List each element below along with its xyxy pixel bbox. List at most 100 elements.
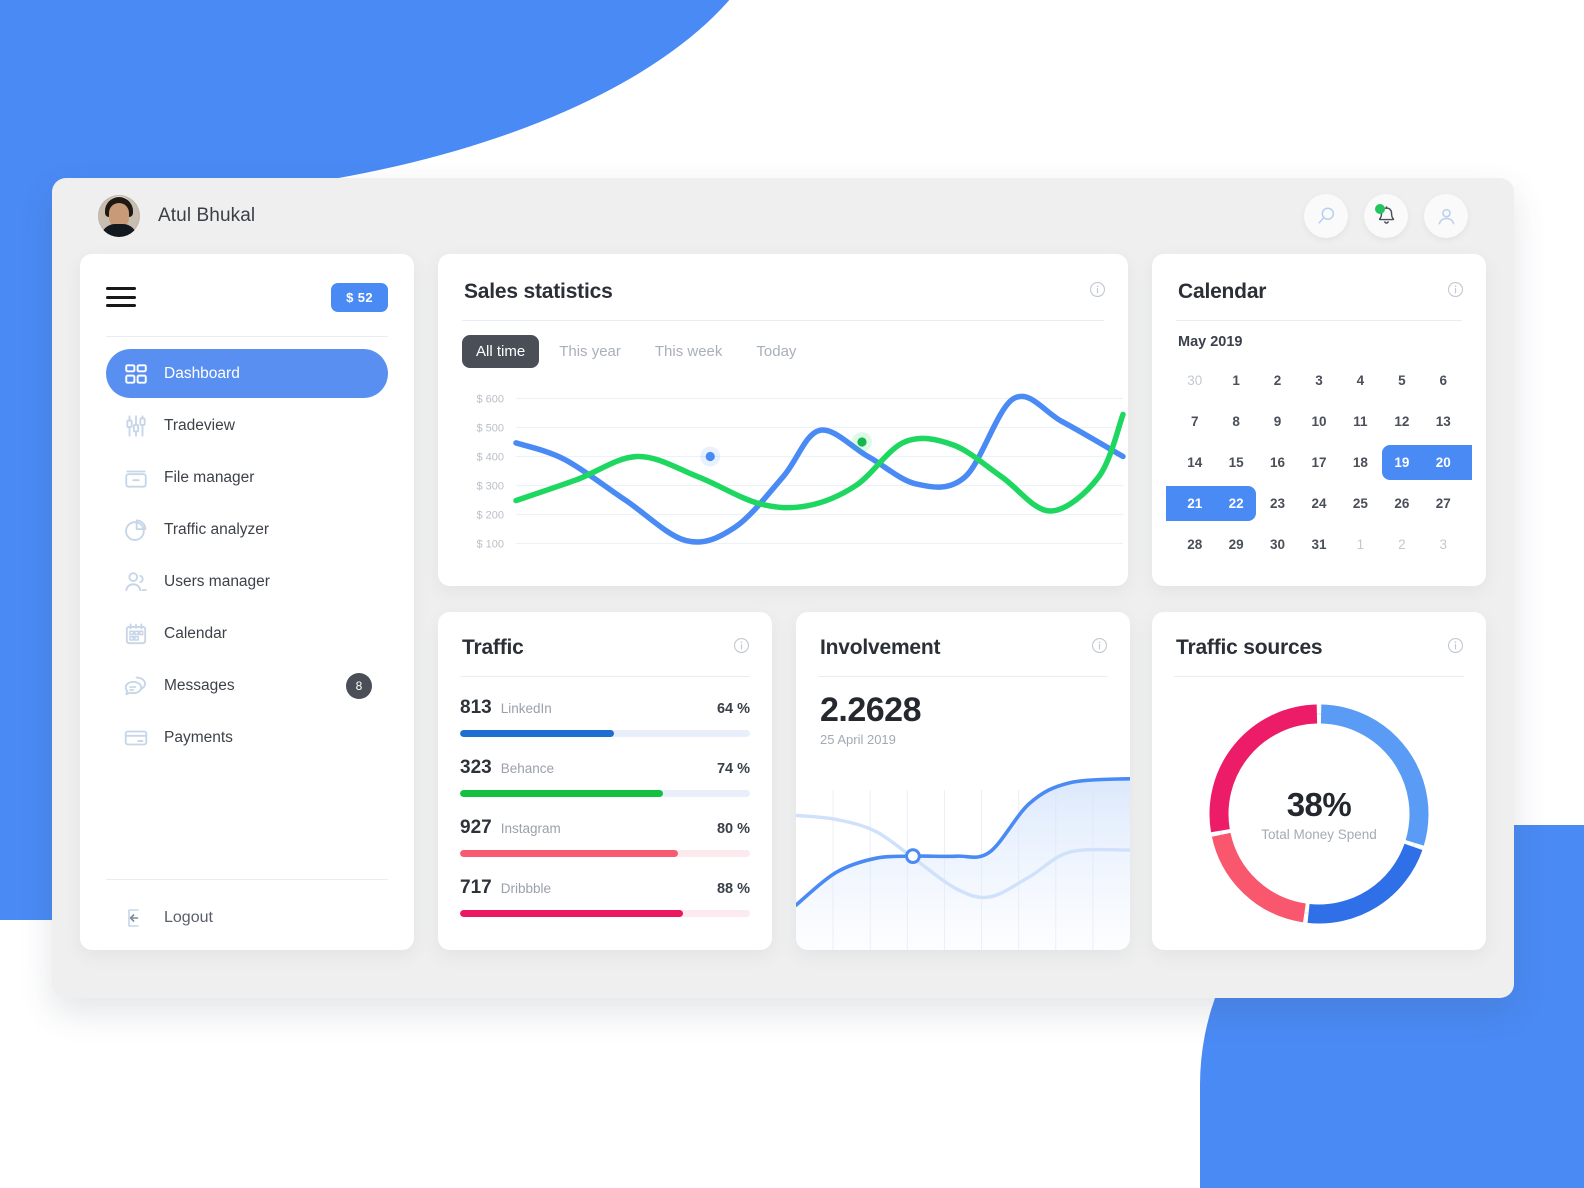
grid-icon <box>122 360 150 388</box>
progress-track <box>460 730 750 737</box>
calendar-day[interactable]: 14 <box>1174 442 1215 483</box>
sidebar-item-users-manager[interactable]: Users manager <box>106 557 388 606</box>
involvement-marker[interactable] <box>905 848 921 865</box>
sales-series-a-line <box>513 393 1126 545</box>
avatar[interactable] <box>98 195 140 237</box>
sidebar-item-traffic-analyzer[interactable]: Traffic analyzer <box>106 505 388 554</box>
sidebar-item-messages[interactable]: Messages 8 <box>106 661 388 710</box>
traffic-value: 323 <box>460 757 492 778</box>
calendar-day[interactable]: 5 <box>1381 360 1422 401</box>
calendar-day[interactable]: 24 <box>1298 483 1339 524</box>
info-icon[interactable] <box>733 637 750 659</box>
progress-fill <box>460 910 684 917</box>
calendar-day[interactable]: 7 <box>1174 401 1215 442</box>
calendar-day[interactable]: 1 <box>1340 524 1381 565</box>
info-icon[interactable] <box>1447 637 1464 659</box>
calendar-day[interactable]: 2 <box>1257 360 1298 401</box>
calendar-day-number: 20 <box>1435 455 1451 470</box>
sidebar-item-label: Traffic analyzer <box>164 520 270 538</box>
balance-badge[interactable]: $ 52 <box>331 282 388 312</box>
calendar-grid: 30 1 2 3 4 5 6 7 8 9 10 11 12 13 14 15 16 17 18 19 20 21 22 23 2… <box>1152 350 1486 565</box>
notifications-button[interactable] <box>1364 194 1408 238</box>
calendar-day[interactable]: 29 <box>1215 524 1256 565</box>
calendar-day[interactable]: 30 <box>1174 360 1215 401</box>
progress-track <box>460 910 750 917</box>
search-button[interactable] <box>1304 194 1348 238</box>
tab-this-year[interactable]: This year <box>545 335 635 368</box>
calendar-day[interactable]: 20 <box>1414 442 1472 483</box>
traffic-row: 813 LinkedIn 64 % <box>438 697 772 737</box>
calendar-day[interactable]: 25 <box>1340 483 1381 524</box>
sidebar-divider <box>106 336 388 337</box>
pie-chart-icon <box>122 516 150 544</box>
calendar-day[interactable]: 17 <box>1298 442 1339 483</box>
calendar-day[interactable]: 8 <box>1215 401 1256 442</box>
y-tick-label: $ 100 <box>476 539 504 551</box>
sidebar-item-payments[interactable]: Payments <box>106 713 388 762</box>
sidebar-item-label: Users manager <box>164 572 270 590</box>
info-icon[interactable] <box>1091 637 1108 659</box>
calendar-day[interactable]: 28 <box>1174 524 1215 565</box>
sidebar-item-dashboard[interactable]: Dashboard <box>106 349 388 398</box>
sales-marker-b[interactable] <box>857 437 867 447</box>
sidebar-item-tradeview[interactable]: Tradeview <box>106 401 388 450</box>
tab-today[interactable]: Today <box>742 335 810 368</box>
calendar-day-number: 10 <box>1311 414 1327 429</box>
involvement-card: Involvement 2.2628 25 April 2019 <box>796 612 1130 950</box>
logout-button[interactable]: Logout <box>106 896 229 940</box>
calendar-day[interactable]: 22 <box>1207 483 1256 524</box>
calendar-day[interactable]: 11 <box>1340 401 1381 442</box>
logout-label: Logout <box>164 909 213 926</box>
sidebar-item-file-manager[interactable]: File manager <box>106 453 388 502</box>
background-blob-left <box>0 130 60 920</box>
card-icon <box>122 724 150 752</box>
calendar-day[interactable]: 4 <box>1340 360 1381 401</box>
calendar-day[interactable]: 9 <box>1257 401 1298 442</box>
y-tick-label: $ 500 <box>476 423 504 435</box>
traffic-value: 717 <box>460 877 492 898</box>
calendar-day[interactable]: 12 <box>1381 401 1422 442</box>
calendar-day[interactable]: 30 <box>1257 524 1298 565</box>
calendar-day[interactable]: 23 <box>1257 483 1298 524</box>
traffic-source: Behance <box>500 761 554 776</box>
info-icon[interactable] <box>1089 281 1106 303</box>
calendar-day[interactable]: 3 <box>1298 360 1339 401</box>
sales-gridlines <box>516 397 1123 545</box>
traffic-row: 717 Dribbble 88 % <box>438 877 772 917</box>
calendar-day-number: 2 <box>1273 373 1282 388</box>
calendar-day-number: 27 <box>1435 496 1451 511</box>
tab-this-week[interactable]: This week <box>641 335 737 368</box>
calendar-day[interactable]: 1 <box>1215 360 1256 401</box>
menu-toggle-button[interactable] <box>106 287 136 307</box>
involvement-area-chart <box>796 776 1130 950</box>
sidebar-item-label: Tradeview <box>164 416 235 434</box>
calendar-day[interactable]: 3 <box>1423 524 1464 565</box>
sales-header: Sales statistics <box>438 254 1128 304</box>
sidebar-item-badge: 8 <box>346 672 372 699</box>
sidebar-item-calendar[interactable]: Calendar <box>106 609 388 658</box>
hamburger-icon <box>106 287 136 290</box>
traffic-source: Instagram <box>500 821 561 836</box>
y-tick-label: $ 300 <box>476 481 504 493</box>
calendar-day[interactable]: 13 <box>1423 401 1464 442</box>
calendar-day[interactable]: 26 <box>1381 483 1422 524</box>
calendar-day[interactable]: 15 <box>1215 442 1256 483</box>
calendar-day[interactable]: 6 <box>1423 360 1464 401</box>
calendar-day-number: 21 <box>1187 496 1203 511</box>
calendar-day[interactable]: 2 <box>1381 524 1422 565</box>
calendar-day[interactable]: 18 <box>1340 442 1381 483</box>
calendar-day-number: 28 <box>1187 537 1203 552</box>
sales-line-chart: $ 100 $ 200 $ 300 $ 400 $ 500 $ 600 <box>476 393 1126 551</box>
info-icon[interactable] <box>1447 281 1464 303</box>
donut-segment[interactable] <box>1307 843 1423 924</box>
donut-segment[interactable] <box>1211 832 1307 923</box>
sidebar-item-label: Dashboard <box>164 364 240 382</box>
calendar-day[interactable]: 10 <box>1298 401 1339 442</box>
sidebar-header: $ 52 <box>80 264 414 330</box>
sales-marker-a[interactable] <box>705 451 715 462</box>
profile-button[interactable] <box>1424 194 1468 238</box>
tab-all-time[interactable]: All time <box>462 335 540 368</box>
calendar-day[interactable]: 16 <box>1257 442 1298 483</box>
calendar-day[interactable]: 27 <box>1423 483 1464 524</box>
calendar-day[interactable]: 31 <box>1298 524 1339 565</box>
